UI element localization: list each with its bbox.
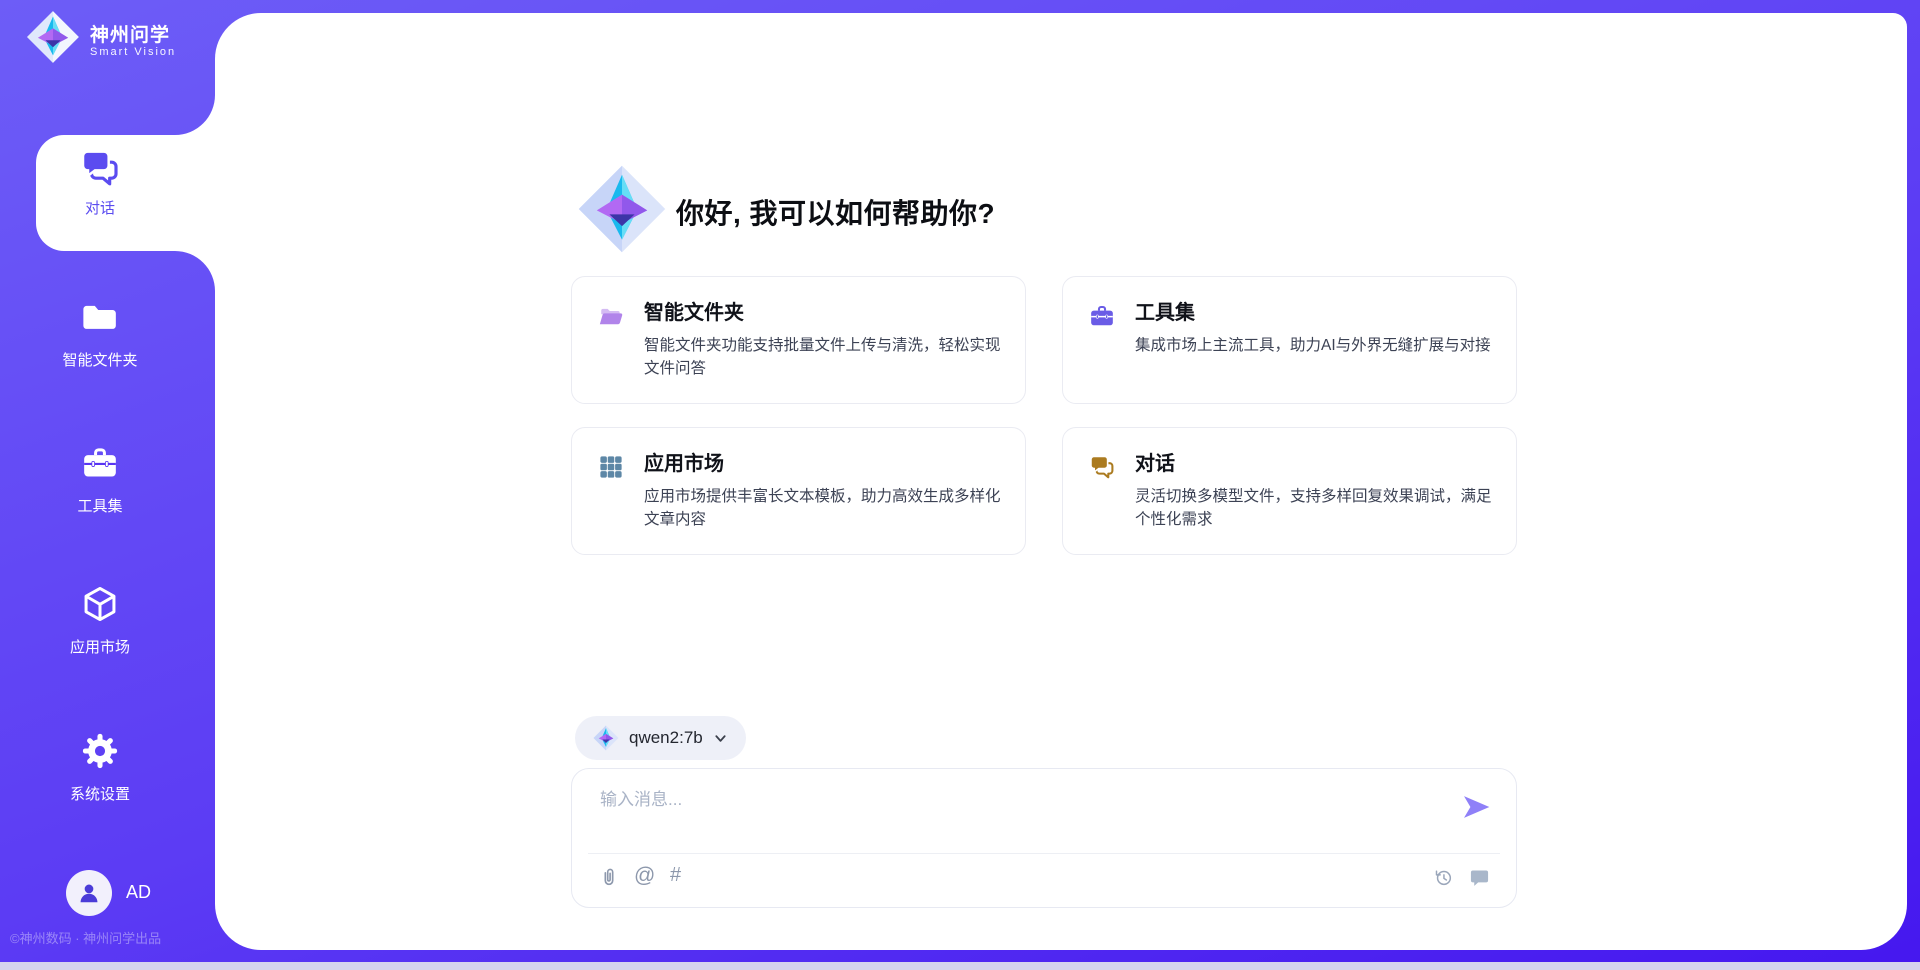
card-title: 应用市场 xyxy=(644,452,1001,477)
sidebar-item-chat[interactable]: 对话 xyxy=(34,95,215,291)
model-gem-icon xyxy=(593,725,619,751)
message-composer: @ # xyxy=(571,768,1517,908)
attach-file-button[interactable] xyxy=(598,866,620,888)
history-icon xyxy=(1433,867,1454,888)
folder-icon xyxy=(81,298,119,336)
brand-name: 神州问学 xyxy=(90,20,170,47)
user-name: AD xyxy=(126,882,151,903)
chat-bubble-icon xyxy=(1469,867,1490,888)
paperclip-icon xyxy=(598,866,620,888)
card-title: 工具集 xyxy=(1135,301,1491,326)
card-description: 智能文件夹功能支持批量文件上传与清洗，轻松实现文件问答 xyxy=(644,334,1001,381)
card-description: 灵活切换多模型文件，支持多样回复效果调试，满足个性化需求 xyxy=(1135,485,1492,532)
composer-divider xyxy=(588,853,1500,854)
greeting-title: 你好, 我可以如何帮助你? xyxy=(676,192,995,232)
sidebar-item-label: 工具集 xyxy=(0,495,200,516)
card-description: 应用市场提供丰富长文本模板，助力高效生成多样化文章内容 xyxy=(644,485,1001,532)
feature-card-toolbox[interactable]: 工具集 集成市场上主流工具，助力AI与外界无缝扩展与对接 xyxy=(1062,276,1517,404)
brand-gem-icon xyxy=(26,10,80,64)
card-title: 对话 xyxy=(1135,452,1492,477)
history-button[interactable] xyxy=(1433,867,1454,888)
mention-button[interactable]: @ xyxy=(634,863,655,888)
model-name: qwen2:7b xyxy=(629,728,703,748)
chat-icon xyxy=(1089,454,1115,480)
bottom-edge-strip xyxy=(0,962,1920,970)
feedback-bubble-button[interactable] xyxy=(1469,867,1490,888)
sidebar-item-toolbox[interactable]: 工具集 xyxy=(0,444,200,516)
sidebar-item-smart-folder[interactable]: 智能文件夹 xyxy=(0,298,200,370)
feature-card-app-market[interactable]: 应用市场 应用市场提供丰富长文本模板，助力高效生成多样化文章内容 xyxy=(571,427,1026,555)
toolbox-icon xyxy=(1089,303,1115,329)
card-description: 集成市场上主流工具，助力AI与外界无缝扩展与对接 xyxy=(1135,334,1491,357)
toolbox-icon xyxy=(81,444,119,482)
send-icon[interactable] xyxy=(1460,791,1492,823)
feature-cards: 智能文件夹 智能文件夹功能支持批量文件上传与清洗，轻松实现文件问答 工具集 集成… xyxy=(571,276,1517,555)
model-selector[interactable]: qwen2:7b xyxy=(575,716,746,760)
hashtag-button[interactable]: # xyxy=(670,863,681,887)
app-root: 神州问学 Smart Vision 对话 智能文件夹 工具集 应用市场 系统设置… xyxy=(0,0,1920,970)
sidebar-item-label: 智能文件夹 xyxy=(0,349,200,370)
feature-card-chat[interactable]: 对话 灵活切换多模型文件，支持多样回复效果调试，满足个性化需求 xyxy=(1062,427,1517,555)
sidebar-item-label: 对话 xyxy=(40,197,160,218)
feature-card-smart-folder[interactable]: 智能文件夹 智能文件夹功能支持批量文件上传与清洗，轻松实现文件问答 xyxy=(571,276,1026,404)
chevron-down-icon xyxy=(713,731,728,746)
grid-icon xyxy=(598,454,624,480)
chat-icon xyxy=(80,148,120,188)
brand-subtitle: Smart Vision xyxy=(90,46,176,58)
sidebar-item-label: 系统设置 xyxy=(0,783,200,804)
user-avatar[interactable] xyxy=(66,870,112,916)
gear-icon xyxy=(81,732,119,770)
user-avatar-icon xyxy=(76,880,102,906)
sidebar-footer: ©神州数码 · 神州问学出品 xyxy=(10,928,215,947)
sidebar-item-label: 应用市场 xyxy=(0,636,200,657)
cube-icon xyxy=(81,585,119,623)
folder-open-icon xyxy=(598,303,624,329)
message-input[interactable] xyxy=(600,785,1420,841)
sidebar: 神州问学 Smart Vision 对话 智能文件夹 工具集 应用市场 系统设置… xyxy=(0,0,215,962)
sidebar-item-app-market[interactable]: 应用市场 xyxy=(0,585,200,657)
active-tab-shape xyxy=(34,95,215,291)
sidebar-item-settings[interactable]: 系统设置 xyxy=(0,732,200,804)
greeting-gem-icon xyxy=(577,164,667,254)
card-title: 智能文件夹 xyxy=(644,301,1001,326)
